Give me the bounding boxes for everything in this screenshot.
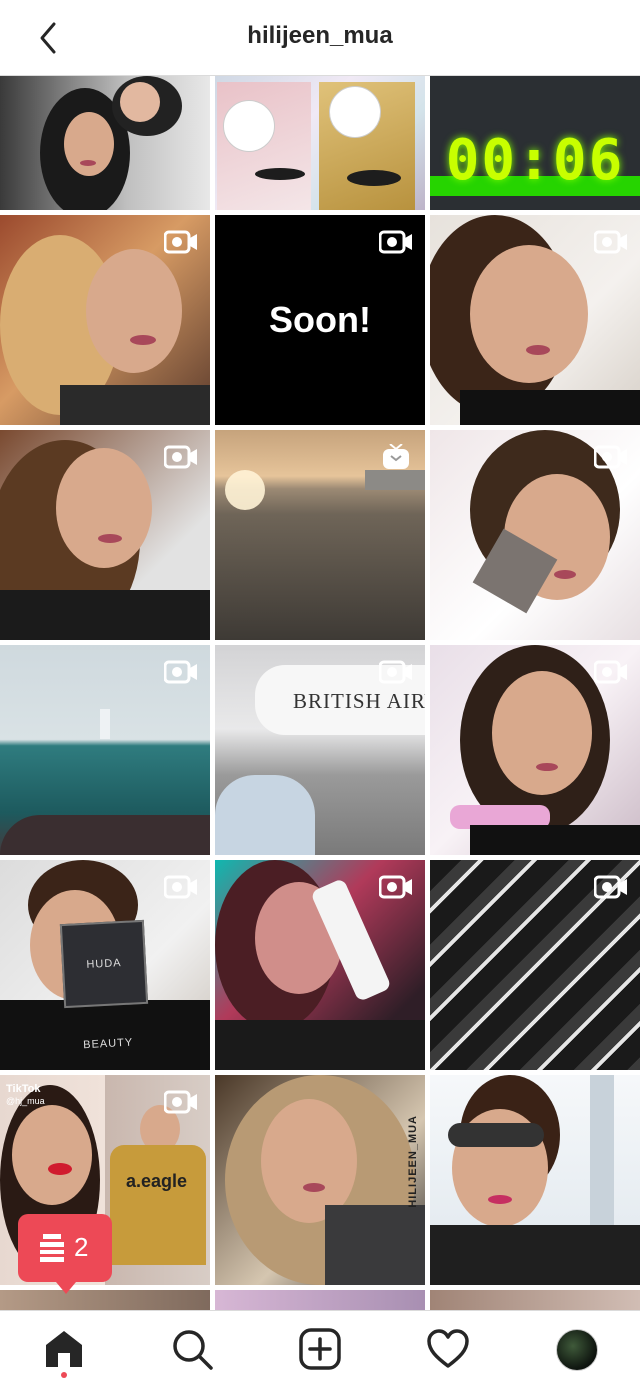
grid-post[interactable]: HUDA BEAUTY	[0, 860, 210, 1070]
igtv-video-icon	[163, 659, 198, 685]
grid-post[interactable]	[0, 215, 210, 425]
grid-post[interactable]	[430, 1075, 640, 1285]
profile-avatar[interactable]	[556, 1329, 598, 1371]
shirt-text: a.eagle	[126, 1171, 188, 1191]
heart-icon[interactable]	[426, 1327, 470, 1371]
grid-post[interactable]	[430, 860, 640, 1070]
igtv-video-icon	[593, 229, 628, 255]
igtv-video-icon	[593, 874, 628, 900]
grid-post[interactable]	[215, 860, 425, 1070]
grid-post[interactable]	[0, 76, 210, 210]
igtv-video-icon	[378, 229, 413, 255]
grid-post[interactable]	[215, 430, 425, 640]
watermark-text: HILIJEEN_MUA	[407, 1115, 419, 1208]
grid-post[interactable]	[215, 76, 425, 210]
igtv-video-icon	[593, 659, 628, 685]
timer-text: 00:06	[445, 128, 625, 193]
product-box: HUDA BEAUTY	[59, 919, 149, 1051]
posts-grid: 00:06 Soon! BRITISH AIR HUDA BEAUTY a.ea…	[0, 76, 640, 1310]
active-tab-indicator	[61, 1372, 67, 1378]
grid-post[interactable]	[430, 645, 640, 855]
grid-post[interactable]: BRITISH AIRV	[215, 645, 425, 855]
igtv-logo-icon	[379, 443, 413, 470]
activity-notification-bubble[interactable]: 2	[18, 1214, 112, 1294]
grid-post[interactable]: 00:06	[430, 76, 640, 210]
bottom-navigation	[0, 1310, 640, 1386]
grid-post[interactable]	[430, 1290, 640, 1310]
activity-feed-icon	[40, 1234, 64, 1262]
top-bar: hilijeen_mua	[0, 0, 640, 76]
notification-count: 2	[74, 1232, 89, 1262]
grid-post[interactable]	[0, 645, 210, 855]
igtv-video-icon	[163, 1089, 198, 1115]
search-icon[interactable]	[170, 1327, 214, 1371]
profile-username: hilijeen_mua	[247, 22, 393, 49]
igtv-video-icon	[593, 444, 628, 470]
grid-post[interactable]	[0, 1290, 210, 1310]
home-icon[interactable]	[42, 1327, 86, 1371]
airline-livery-text: BRITISH AIRV	[293, 689, 425, 713]
soon-text: Soon!	[269, 299, 371, 340]
tiktok-watermark: TikTok @hj_mua	[6, 1083, 45, 1106]
grid-post[interactable]	[0, 430, 210, 640]
grid-post[interactable]: HILIJEEN_MUA	[215, 1075, 425, 1285]
igtv-video-icon	[163, 874, 198, 900]
grid-post[interactable]: Soon!	[215, 215, 425, 425]
new-post-icon[interactable]	[298, 1327, 342, 1371]
grid-post[interactable]	[430, 215, 640, 425]
igtv-video-icon	[163, 229, 198, 255]
igtv-video-icon	[378, 874, 413, 900]
igtv-video-icon	[378, 659, 413, 685]
grid-post[interactable]	[215, 1290, 425, 1310]
grid-post[interactable]	[430, 430, 640, 640]
igtv-video-icon	[163, 444, 198, 470]
